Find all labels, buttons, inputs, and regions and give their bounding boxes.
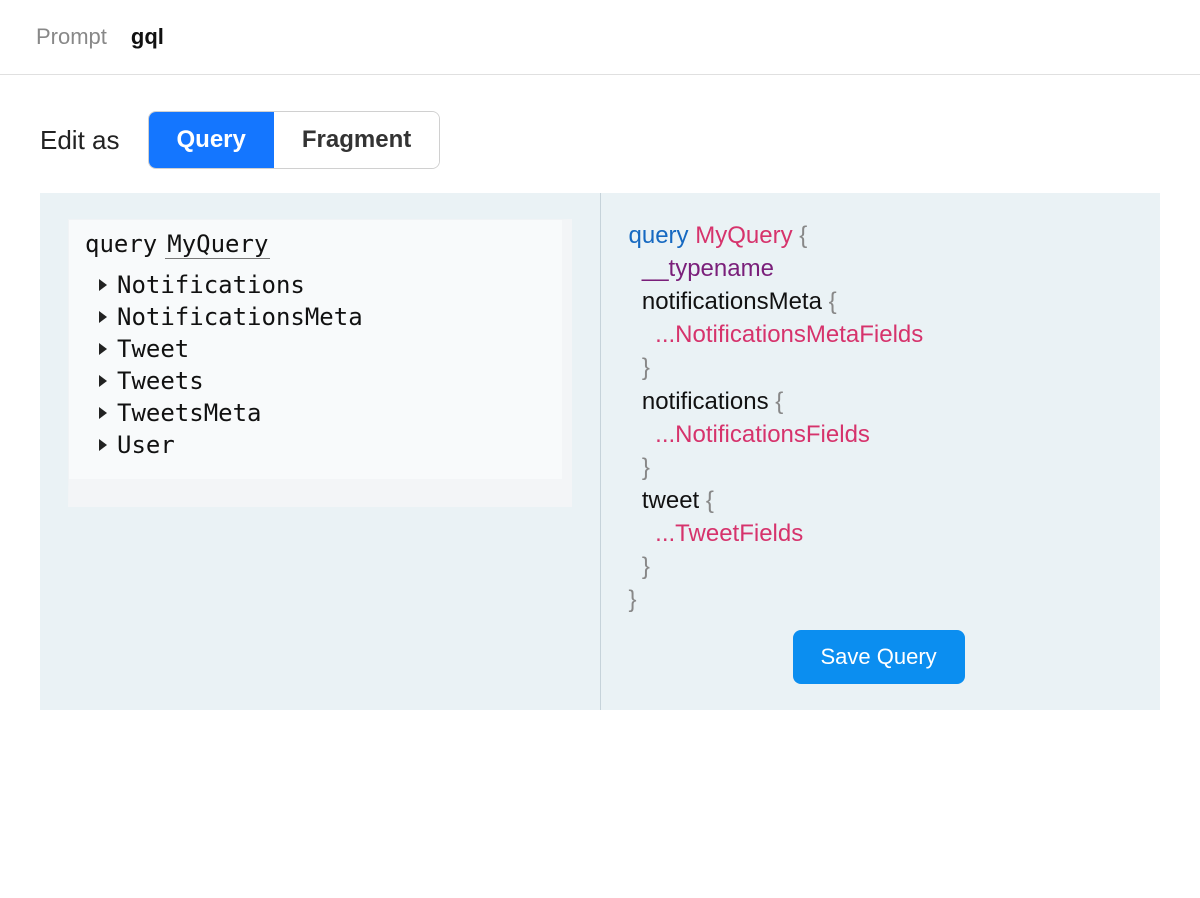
code-brace-close: } (642, 454, 650, 481)
explorer-field-label: User (117, 431, 175, 459)
caret-right-icon (99, 407, 107, 419)
code-field-name: tweet (642, 487, 699, 514)
code-field-name: notifications (642, 388, 769, 415)
code-brace-open: { (829, 288, 837, 315)
explorer-header: query MyQuery (85, 230, 546, 259)
explorer-field-tweets-meta[interactable]: TweetsMeta (99, 397, 546, 429)
breadcrumb-current: gql (131, 24, 164, 50)
query-name-input[interactable]: MyQuery (165, 230, 270, 259)
preview-pane: query MyQuery { __typename notifications… (601, 193, 1161, 710)
explorer-field-user[interactable]: User (99, 429, 546, 461)
explorer-pane: query MyQuery Notifications Notification… (40, 193, 601, 710)
edit-as-toolbar: Edit as Query Fragment (0, 75, 1200, 193)
explorer-field-tweet[interactable]: Tweet (99, 333, 546, 365)
caret-right-icon (99, 343, 107, 355)
explorer-field-notifications-meta[interactable]: NotificationsMeta (99, 301, 546, 333)
explorer-field-label: Tweet (117, 335, 189, 363)
explorer-field-label: TweetsMeta (117, 399, 262, 427)
code-typename: __typename (642, 255, 774, 282)
code-keyword: query (629, 222, 689, 249)
explorer-field-tweets[interactable]: Tweets (99, 365, 546, 397)
tab-query[interactable]: Query (149, 112, 274, 168)
caret-right-icon (99, 279, 107, 291)
caret-right-icon (99, 439, 107, 451)
gql-workspace: query MyQuery Notifications Notification… (40, 193, 1160, 710)
breadcrumb: Prompt gql (0, 0, 1200, 75)
save-query-button[interactable]: Save Query (793, 630, 965, 684)
explorer-field-notifications[interactable]: Notifications (99, 269, 546, 301)
code-fragment-spread: ...TweetFields (655, 520, 803, 547)
code-query-name: MyQuery (695, 222, 792, 249)
code-brace-close: } (642, 553, 650, 580)
breadcrumb-root[interactable]: Prompt (36, 24, 107, 50)
edit-as-label: Edit as (40, 125, 120, 156)
code-brace-open: { (706, 487, 714, 514)
explorer-field-label: NotificationsMeta (117, 303, 363, 331)
explorer-card: query MyQuery Notifications Notification… (68, 219, 572, 507)
caret-right-icon (99, 311, 107, 323)
explorer-field-label: Notifications (117, 271, 305, 299)
caret-right-icon (99, 375, 107, 387)
code-field-name: notificationsMeta (642, 288, 822, 315)
edit-as-tab-group: Query Fragment (148, 111, 441, 169)
code-brace-close: } (642, 354, 650, 381)
explorer-items: Notifications NotificationsMeta Tweet Tw… (85, 269, 546, 461)
gql-code: query MyQuery { __typename notifications… (629, 219, 1133, 616)
code-brace-open: { (775, 388, 783, 415)
tab-fragment[interactable]: Fragment (274, 112, 439, 168)
explorer-field-label: Tweets (117, 367, 204, 395)
code-brace-close: } (629, 586, 637, 613)
code-brace-open: { (799, 222, 807, 249)
code-fragment-spread: ...NotificationsMetaFields (655, 321, 923, 348)
code-fragment-spread: ...NotificationsFields (655, 421, 870, 448)
query-keyword: query (85, 230, 157, 258)
